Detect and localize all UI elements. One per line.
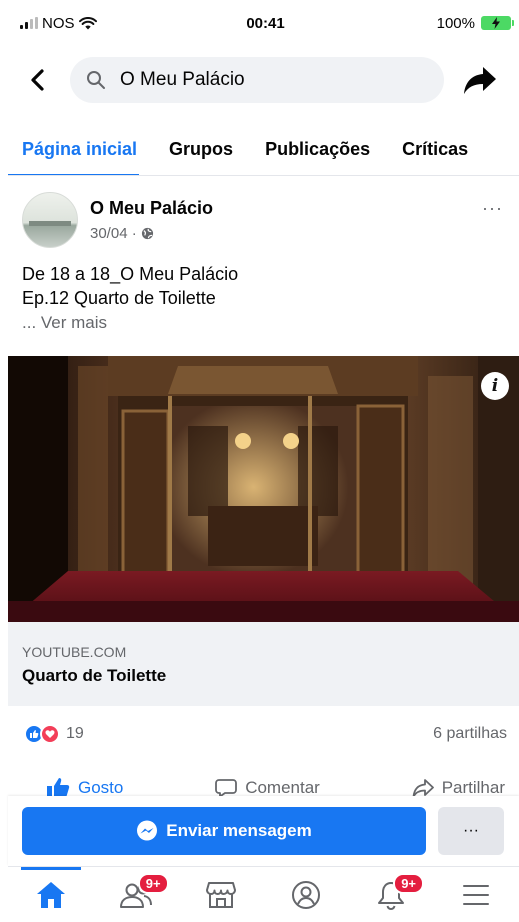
room-photo xyxy=(8,356,519,622)
post-author[interactable]: O Meu Palácio xyxy=(90,198,213,219)
tab-home[interactable]: Página inicial xyxy=(8,124,153,175)
send-message-label: Enviar mensagem xyxy=(166,821,312,840)
post-text-line: Ep.12 Quarto de Toilette xyxy=(22,288,216,308)
post-date-row: 30/04 · xyxy=(90,225,213,242)
share-icon xyxy=(412,779,434,798)
back-arrow-icon xyxy=(31,69,44,91)
nav-notifications[interactable]: 9+ xyxy=(361,867,425,922)
reaction-summary[interactable]: 19 xyxy=(24,724,84,744)
comment-button[interactable]: Comentar xyxy=(215,778,320,798)
nav-profile[interactable] xyxy=(276,867,336,922)
page-tabs: Página inicial Grupos Publicações Crític… xyxy=(8,124,519,176)
tab-posts[interactable]: Publicações xyxy=(249,124,386,175)
tab-reviews[interactable]: Críticas xyxy=(386,124,484,175)
post-image[interactable]: i xyxy=(8,356,519,622)
reactions-row: 19 6 partilhas xyxy=(8,718,519,750)
like-label: Gosto xyxy=(78,778,124,797)
link-preview-card[interactable]: YOUTUBE.COM Quarto de Toilette xyxy=(8,622,519,706)
nav-friends[interactable]: 9+ xyxy=(106,867,169,922)
share-button[interactable]: Partilhar xyxy=(412,778,505,798)
reaction-count: 19 xyxy=(66,725,84,742)
signal-icon xyxy=(20,17,38,29)
info-button[interactable]: i xyxy=(481,372,509,400)
post-text-line: De 18 a 18_O Meu Palácio xyxy=(22,264,239,284)
link-title: Quarto de Toilette xyxy=(22,666,167,685)
comment-label: Comentar xyxy=(245,778,320,797)
wifi-icon xyxy=(78,16,97,29)
back-button[interactable] xyxy=(22,60,52,100)
see-more-link[interactable]: ... Ver mais xyxy=(8,310,519,336)
status-left: NOS xyxy=(20,15,170,32)
comment-icon xyxy=(215,779,238,798)
search-row: O Meu Palácio xyxy=(8,50,519,110)
post-text: De 18 a 18_O Meu Palácio Ep.12 Quarto de… xyxy=(8,256,519,310)
battery-charging-icon xyxy=(481,16,514,30)
avatar[interactable] xyxy=(22,192,78,248)
nav-home[interactable] xyxy=(20,866,81,922)
search-icon xyxy=(87,71,105,89)
post: O Meu Palácio 30/04 · ··· De 18 a 18_O M… xyxy=(8,184,519,336)
nav-marketplace[interactable] xyxy=(191,867,251,922)
message-bar: Enviar mensagem ··· xyxy=(8,796,519,866)
marketplace-icon xyxy=(205,881,236,908)
post-more-button[interactable]: ··· xyxy=(482,198,503,219)
home-icon xyxy=(36,881,65,908)
status-time: 00:41 xyxy=(246,14,285,32)
messenger-icon xyxy=(137,820,158,841)
status-right: 100% xyxy=(361,14,514,32)
share-count[interactable]: 6 partilhas xyxy=(433,725,507,743)
friends-badge: 9+ xyxy=(137,872,169,894)
post-header: O Meu Palácio 30/04 · ··· xyxy=(8,184,519,256)
globe-icon xyxy=(141,227,153,240)
send-message-button[interactable]: Enviar mensagem xyxy=(22,807,426,855)
share-page-button[interactable] xyxy=(460,60,500,100)
tab-groups[interactable]: Grupos xyxy=(153,124,249,175)
bottom-nav: 9+ 9+ xyxy=(8,866,519,922)
notifications-badge: 9+ xyxy=(393,872,425,894)
battery-percent: 100% xyxy=(436,14,475,32)
message-more-button[interactable]: ··· xyxy=(438,807,504,855)
link-domain: YOUTUBE.COM xyxy=(22,644,127,660)
love-reaction-icon xyxy=(40,724,60,744)
status-bar: NOS 00:41 100% xyxy=(8,0,519,46)
search-input[interactable]: O Meu Palácio xyxy=(70,57,444,103)
post-date[interactable]: 30/04 · xyxy=(90,225,137,242)
share-arrow-icon xyxy=(464,67,496,94)
nav-menu[interactable] xyxy=(446,867,506,922)
hamburger-menu-icon xyxy=(463,884,490,905)
post-meta: O Meu Palácio 30/04 · xyxy=(90,198,213,242)
share-label: Partilhar xyxy=(441,778,505,797)
carrier-label: NOS xyxy=(42,14,75,32)
profile-icon xyxy=(292,880,321,909)
search-query: O Meu Palácio xyxy=(120,69,245,90)
